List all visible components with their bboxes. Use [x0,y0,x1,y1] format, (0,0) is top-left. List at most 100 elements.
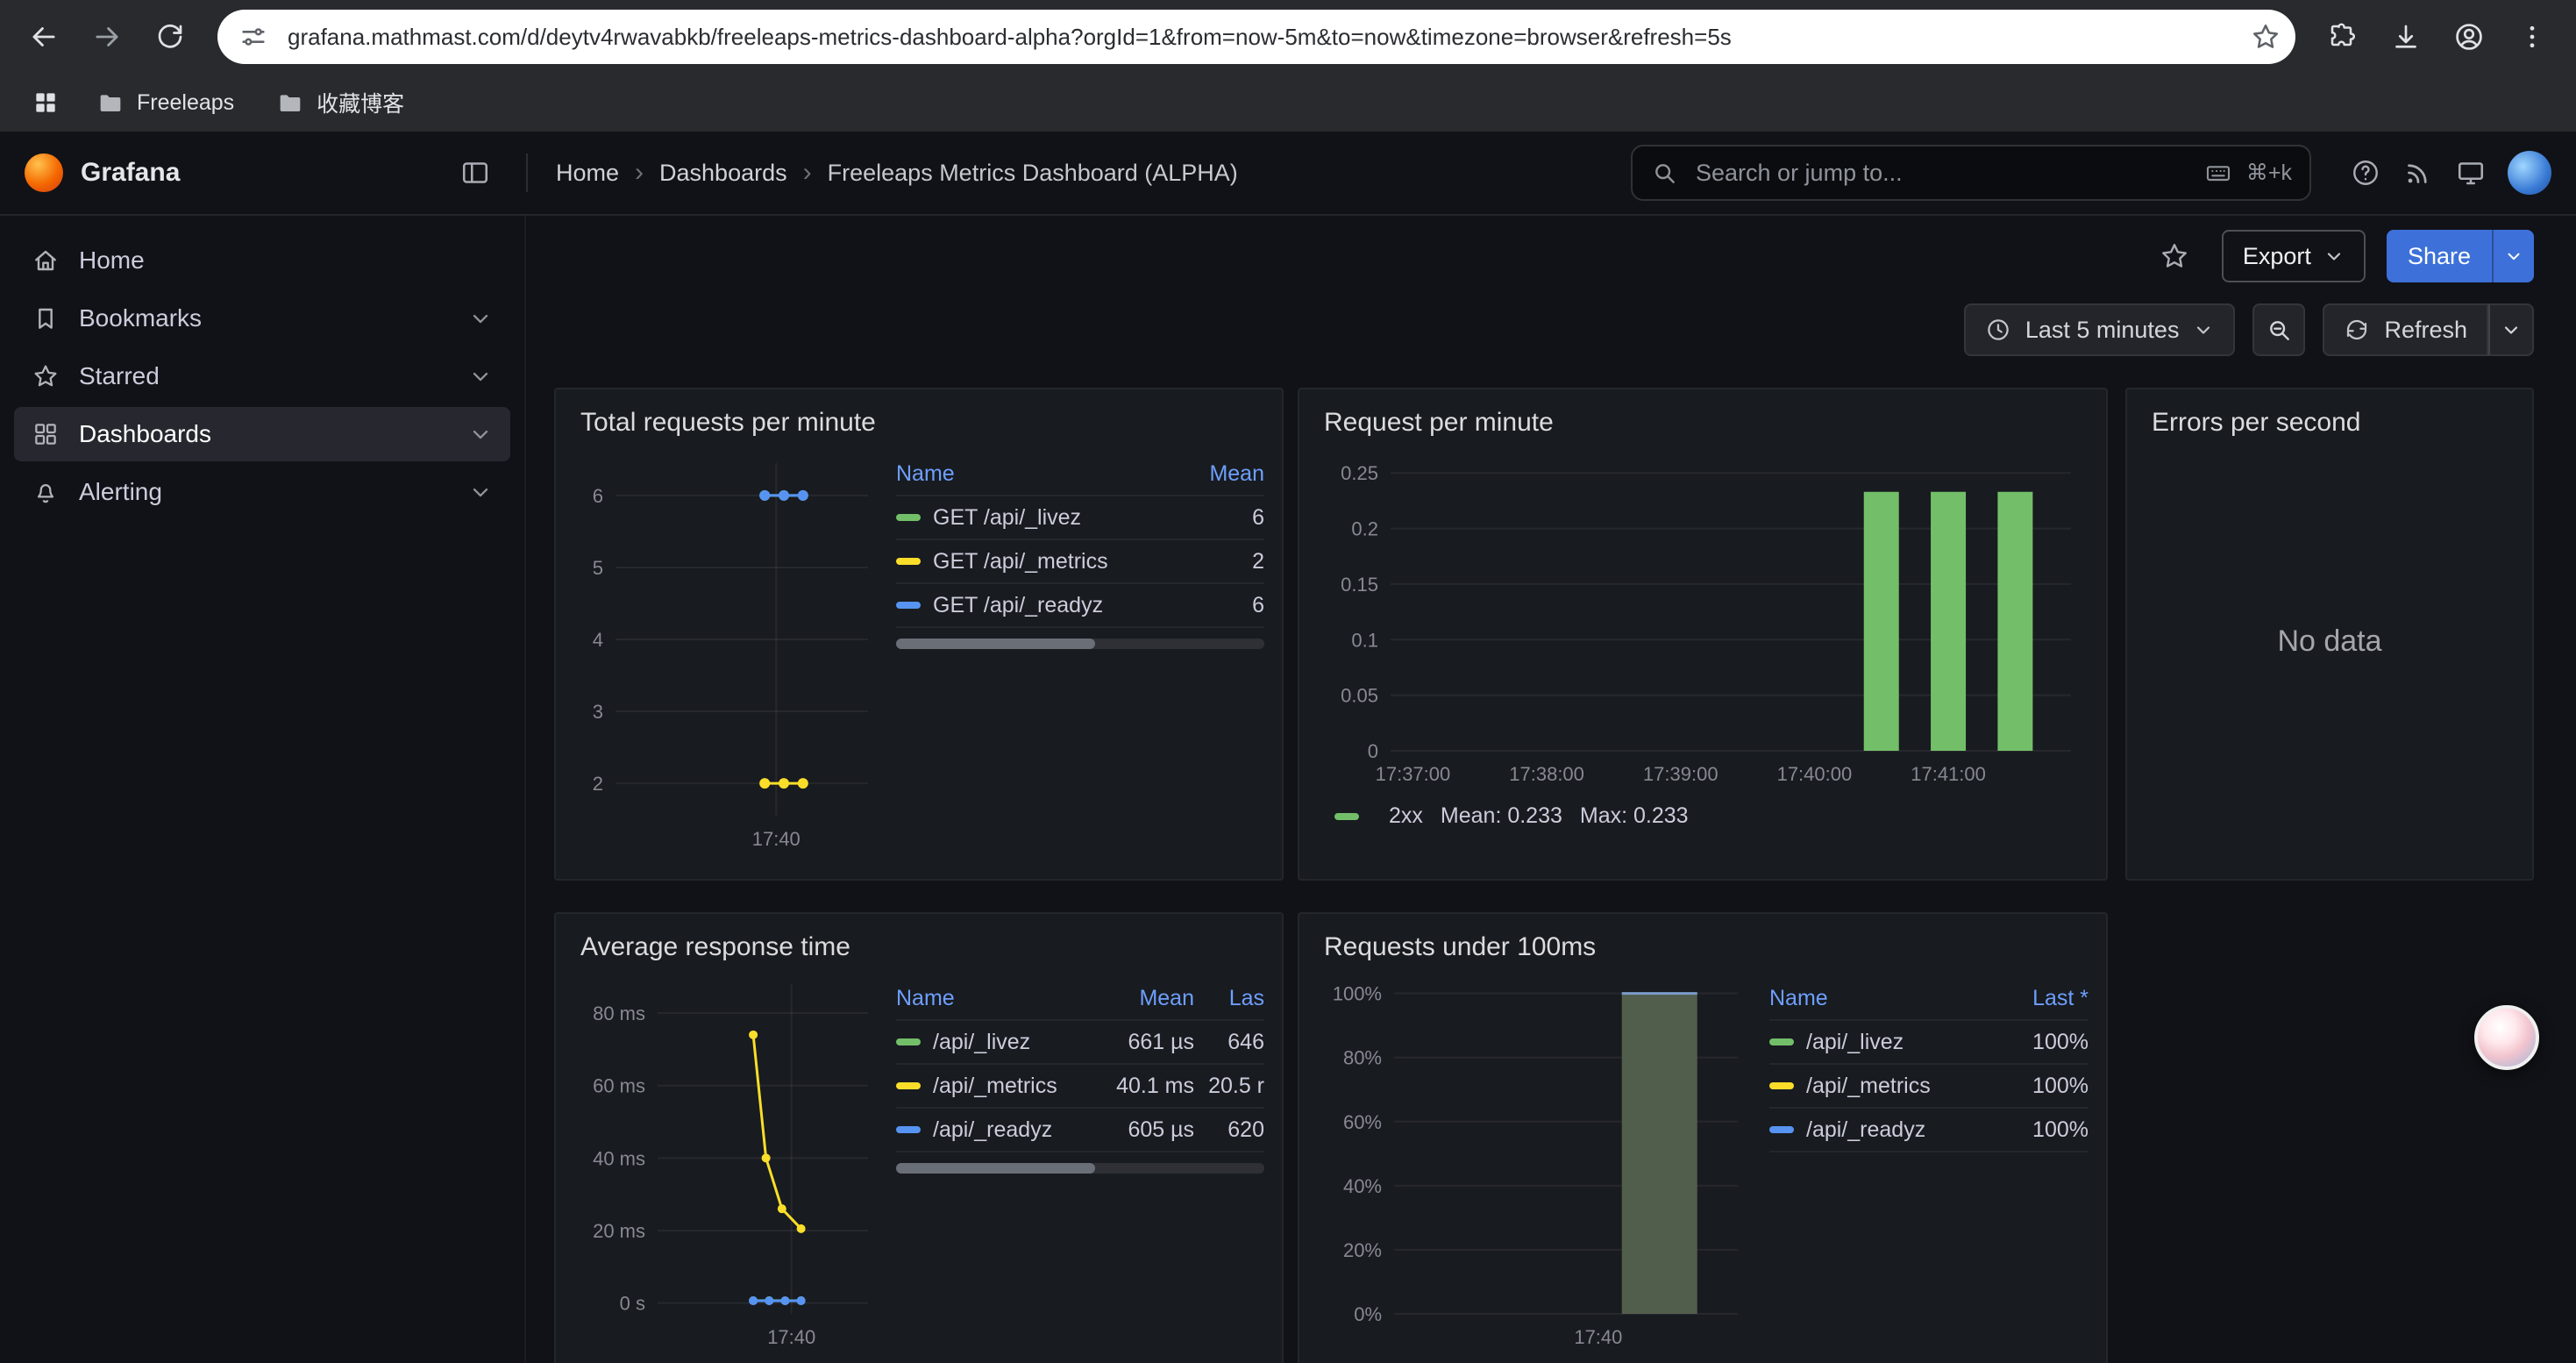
keyboard-icon [2204,159,2232,187]
share-button[interactable]: Share [2387,230,2492,282]
legend-value: 646 [1194,1030,1264,1055]
svg-text:0: 0 [1368,740,1378,762]
browser-back-icon[interactable] [14,7,74,67]
site-settings-icon[interactable] [238,22,270,52]
bookmark-folder-freeleaps[interactable]: Freeleaps [81,83,250,122]
extensions-icon[interactable] [2313,7,2373,67]
mega-menu-toggle-icon[interactable] [449,146,502,199]
url-input[interactable] [284,22,2236,53]
sidebar-item-bookmarks[interactable]: Bookmarks [14,291,510,346]
favorite-star-icon[interactable] [2148,230,2201,282]
legend-series-name[interactable]: /api/_metrics [1806,1074,1931,1099]
folder-icon [276,89,304,117]
chevron-down-icon [2323,246,2345,267]
bookmark-label: 收藏博客 [317,87,404,118]
legend-column-header[interactable]: Las [1194,986,1264,1011]
panel-title[interactable]: Total requests per minute [580,403,1264,442]
search-box[interactable]: ⌘+k [1631,145,2311,201]
svg-text:80%: 80% [1343,1047,1382,1069]
legend-column-header[interactable]: Name [1769,986,1997,1011]
legend-series-name[interactable]: /api/_livez [1806,1030,1904,1055]
bookmark-star-icon[interactable] [2250,21,2281,53]
legend-table: NameMeanLas/api/_livez661 µs646/api/_met… [896,970,1264,1359]
legend-row[interactable]: /api/_readyz605 µs620 [896,1109,1264,1152]
refresh-button[interactable]: Refresh [2323,303,2488,356]
legend-series-name[interactable]: 2xx [1389,803,1423,829]
panel-title[interactable]: Requests under 100ms [1324,928,2089,967]
search-shortcut: ⌘+k [2246,160,2292,186]
legend-column-header[interactable]: Mean [1184,461,1264,487]
legend-column-header[interactable]: Name [896,461,1184,487]
legend-row[interactable]: /api/_livez661 µs646 [896,1021,1264,1065]
export-button[interactable]: Export [2222,230,2366,282]
legend-column-header[interactable]: Name [896,986,1092,1011]
downloads-icon[interactable] [2376,7,2436,67]
browser-forward-icon[interactable] [77,7,137,67]
legend-row[interactable]: /api/_metrics 100% [1769,1065,2089,1109]
legend-row[interactable]: GET /api/_metrics2 [896,540,1264,584]
legend-column-header[interactable]: Mean [1092,986,1194,1011]
svg-text:0.1: 0.1 [1351,629,1378,651]
search-input[interactable] [1692,158,2190,189]
legend-series-name[interactable]: /api/_livez [933,1030,1030,1055]
floating-assistant-avatar[interactable] [2474,1005,2539,1070]
news-rss-icon[interactable] [2392,146,2444,199]
refresh-interval-caret-icon[interactable] [2488,303,2534,356]
sidebar-item-dashboards[interactable]: Dashboards [14,407,510,461]
dashboard-area: Export Share Last 5 minut [526,216,2576,1363]
apps-icon [32,420,60,448]
legend-series-name[interactable]: /api/_readyz [933,1117,1052,1143]
panel-average-response-time: Average response time 0 s20 ms40 ms60 ms… [554,912,1284,1363]
legend-row[interactable]: /api/_livez100% [1769,1021,2089,1065]
no-data-message: No data [2145,446,2515,837]
dashboard-toolbar: Export Share [526,216,2576,296]
legend-series-name[interactable]: GET /api/_livez [933,505,1081,531]
chevron-down-icon [2193,319,2214,340]
breadcrumb-home[interactable]: Home [556,160,619,187]
legend-row[interactable]: GET /api/_readyz6 [896,584,1264,628]
legend-table: NameLast * /api/_livez100% /api/_metrics 10… [1769,970,2089,1359]
panel-title[interactable]: Average response time [580,928,1264,967]
browser-menu-icon[interactable] [2502,7,2562,67]
browser-profile-icon[interactable] [2439,7,2499,67]
help-icon[interactable] [2339,146,2392,199]
apps-grid-icon[interactable] [21,78,70,127]
browser-reload-icon[interactable] [140,7,200,67]
legend-series-name[interactable]: /api/_metrics [933,1074,1057,1099]
legend-row[interactable]: GET /api/_livez6 [896,496,1264,540]
legend-column-header[interactable]: Last * [1997,986,2089,1011]
svg-text:0.05: 0.05 [1341,685,1378,707]
sidebar-item-starred[interactable]: Starred [14,349,510,403]
sidebar-item-home[interactable]: Home [14,233,510,288]
panel-title[interactable]: Request per minute [1324,403,2089,442]
legend-stat: Mean: 0.233 [1441,803,1562,829]
legend-scrollbar[interactable] [896,639,1264,649]
sidebar-item-alerting[interactable]: Alerting [14,465,510,519]
svg-text:17:40:00: 17:40:00 [1777,763,1853,785]
legend-value: 100% [1997,1074,2089,1099]
bookmark-folder-blogs[interactable]: 收藏博客 [260,82,420,124]
legend-value: 605 µs [1092,1117,1194,1143]
series-color-dash [896,1038,921,1045]
svg-text:20%: 20% [1343,1239,1382,1261]
legend-series-name[interactable]: GET /api/_readyz [933,593,1103,618]
bookmark-label: Freeleaps [137,90,234,116]
legend-scrollbar[interactable] [896,1163,1264,1174]
legend-row[interactable]: /api/_readyz100% [1769,1109,2089,1152]
share-menu-caret-icon[interactable] [2492,230,2534,282]
zoom-out-icon[interactable] [2252,303,2305,356]
breadcrumb-dashboards[interactable]: Dashboards [659,160,787,187]
legend-series-name[interactable]: GET /api/_metrics [933,549,1108,574]
divider [526,153,528,192]
sidebar-item-label: Starred [79,362,160,390]
screen-share-icon[interactable] [2444,146,2497,199]
panel-title[interactable]: Errors per second [2152,403,2515,442]
legend-row[interactable]: /api/_metrics40.1 ms20.5 r [896,1065,1264,1109]
user-avatar[interactable] [2508,151,2551,195]
legend-series-name[interactable]: /api/_readyz [1806,1117,1925,1143]
chevron-down-icon [468,480,493,504]
grafana-logo[interactable] [25,153,63,192]
omnibox[interactable] [217,10,2295,64]
time-range-picker[interactable]: Last 5 minutes [1964,303,2236,356]
svg-text:80 ms: 80 ms [593,1003,645,1024]
